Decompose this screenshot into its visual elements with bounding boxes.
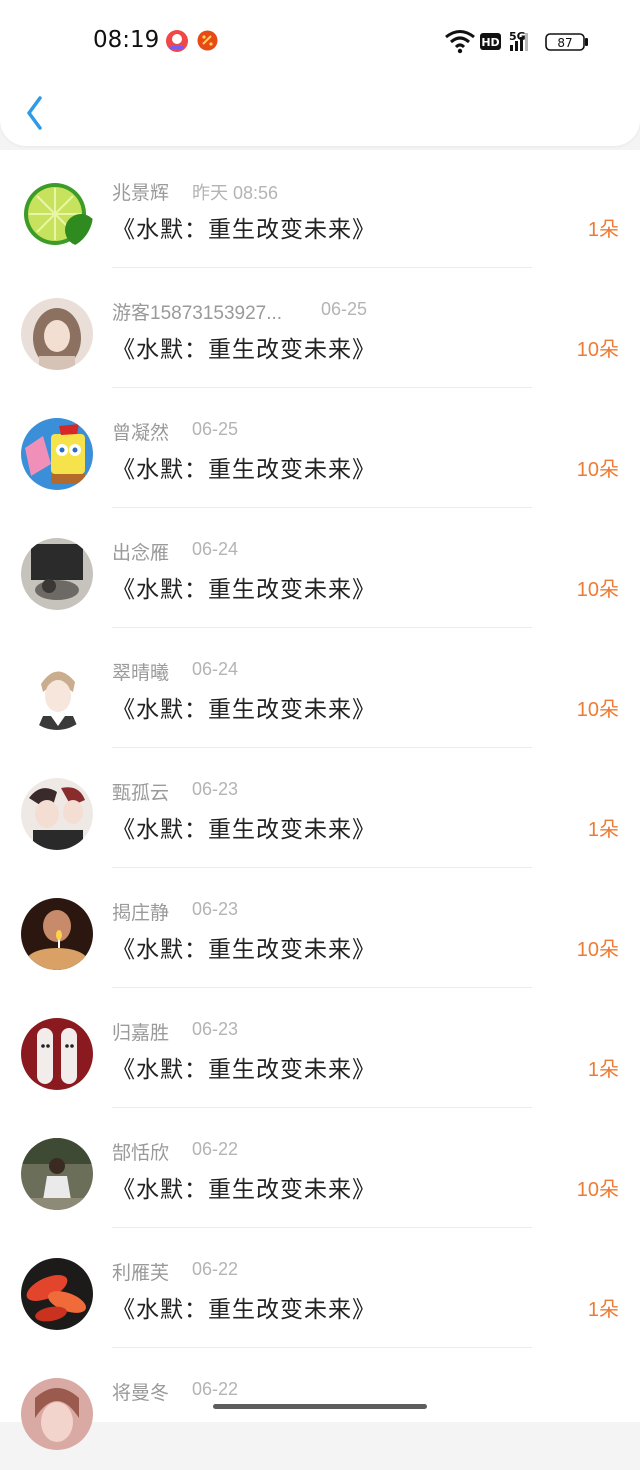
system-status-icons: HD 5G 87 <box>445 30 588 54</box>
book-title: 《水默：重生改变未来》 <box>112 1297 376 1323</box>
outdoor-boy-avatar <box>21 1138 93 1210</box>
flower-count: 1朵 <box>587 1059 619 1081</box>
list-item[interactable]: 兆景辉 昨天 08:56 《水默：重生改变未来》 1朵 <box>0 150 640 270</box>
list-item[interactable]: 翠晴曦 06-24 《水默：重生改变未来》 10朵 <box>0 630 640 750</box>
book-title: 《水默：重生改变未来》 <box>112 337 376 363</box>
user-name: 郜恬欣 <box>112 1143 170 1164</box>
user-name: 揭庄静 <box>112 903 170 924</box>
book-title: 《水默：重生改变未来》 <box>112 1177 376 1203</box>
gift-date: 06-22 <box>192 1379 239 1399</box>
divider <box>112 747 532 748</box>
list-item[interactable]: 利雁芙 06-22 《水默：重生改变未来》 1朵 <box>0 1230 640 1350</box>
gift-date: 06-23 <box>192 779 239 799</box>
book-title: 《水默：重生改变未来》 <box>112 217 376 243</box>
candle-avatar <box>21 898 93 970</box>
gift-date: 06-25 <box>321 299 368 319</box>
flower-count: 10朵 <box>576 339 619 361</box>
battery-icon: 87 <box>545 33 588 51</box>
list-item[interactable]: 出念雁 06-24 《水默：重生改变未来》 10朵 <box>0 510 640 630</box>
divider <box>112 867 532 868</box>
book-title: 《水默：重生改变未来》 <box>112 457 376 483</box>
red-figures-avatar <box>21 1018 93 1090</box>
divider <box>112 267 532 268</box>
divider <box>112 1347 532 1348</box>
gift-date: 06-23 <box>192 899 239 919</box>
app-orange-badge-icon <box>197 30 218 51</box>
list-item[interactable]: 甄孤云 06-23 《水默：重生改变未来》 1朵 <box>0 750 640 870</box>
flower-count: 1朵 <box>587 819 619 841</box>
user-name: 出念雁 <box>112 543 170 564</box>
flower-count: 1朵 <box>587 1299 619 1321</box>
list-item[interactable]: 归嘉胜 06-23 《水默：重生改变未来》 1朵 <box>0 990 640 1110</box>
gift-date: 06-22 <box>192 1259 239 1279</box>
list-item[interactable]: 揭庄静 06-23 《水默：重生改变未来》 10朵 <box>0 870 640 990</box>
divider <box>112 1227 532 1228</box>
book-title: 《水默：重生改变未来》 <box>112 1057 376 1083</box>
list-item[interactable]: 将曼冬 06-22 <box>0 1350 640 1470</box>
home-indicator[interactable] <box>213 1404 427 1409</box>
user-name: 将曼冬 <box>112 1383 170 1404</box>
gift-date: 06-23 <box>192 1019 239 1039</box>
book-title: 《水默：重生改变未来》 <box>112 817 376 843</box>
flower-count: 10朵 <box>576 1179 619 1201</box>
user-name: 归嘉胜 <box>112 1023 170 1044</box>
list-item[interactable]: 郜恬欣 06-22 《水默：重生改变未来》 10朵 <box>0 1110 640 1230</box>
gift-date: 06-24 <box>192 659 239 679</box>
cartoon-avatar <box>21 418 93 490</box>
divider <box>112 1107 532 1108</box>
list-item[interactable]: 游客15873153927... 06-25 《水默：重生改变未来》 10朵 <box>0 270 640 390</box>
user-name: 利雁芙 <box>112 1263 170 1284</box>
flower-count: 1朵 <box>587 219 619 241</box>
divider <box>112 387 532 388</box>
book-title: 《水默：重生改变未来》 <box>112 937 376 963</box>
flower-count: 10朵 <box>576 579 619 601</box>
girl-portrait-avatar <box>21 298 93 370</box>
flower-count: 10朵 <box>576 459 619 481</box>
app-red-circle-icon <box>166 30 188 52</box>
red-leaves-avatar <box>21 1258 93 1330</box>
wifi-icon <box>445 30 475 54</box>
anime-group-avatar <box>21 778 93 850</box>
dark-photo-avatar <box>21 538 93 610</box>
divider <box>112 507 532 508</box>
gift-date: 06-24 <box>192 539 239 559</box>
anime-boy-avatar <box>21 658 93 730</box>
user-name: 翠晴曦 <box>112 663 170 684</box>
portrait-avatar <box>21 1378 93 1450</box>
user-name: 兆景辉 <box>112 183 170 204</box>
svg-text:87: 87 <box>557 36 572 50</box>
svg-text:HD: HD <box>481 36 499 49</box>
user-name: 曾凝然 <box>112 423 170 444</box>
status-bar: 08:19 HD 5G 87 <box>0 0 640 80</box>
top-header: 08:19 HD 5G 87 <box>0 0 640 146</box>
lime-avatar <box>21 178 93 250</box>
book-title: 《水默：重生改变未来》 <box>112 577 376 603</box>
book-title: 《水默：重生改变未来》 <box>112 697 376 723</box>
gift-date: 06-22 <box>192 1139 239 1159</box>
user-name: 游客15873153927... <box>112 303 283 324</box>
flower-count: 10朵 <box>576 699 619 721</box>
back-chevron-left-icon[interactable] <box>20 92 52 134</box>
hd-icon: HD <box>480 33 501 50</box>
flower-count: 10朵 <box>576 939 619 961</box>
list-item[interactable]: 曾凝然 06-25 《水默：重生改变未来》 10朵 <box>0 390 640 510</box>
gift-date: 昨天 08:56 <box>192 183 279 203</box>
user-name: 甄孤云 <box>112 783 170 804</box>
divider <box>112 627 532 628</box>
gift-record-list: 兆景辉 昨天 08:56 《水默：重生改变未来》 1朵 游客1587315392… <box>0 150 640 1450</box>
divider <box>112 987 532 988</box>
status-time: 08:19 <box>93 27 160 53</box>
gift-date: 06-25 <box>192 419 239 439</box>
signal-icon: 5G <box>509 30 528 51</box>
